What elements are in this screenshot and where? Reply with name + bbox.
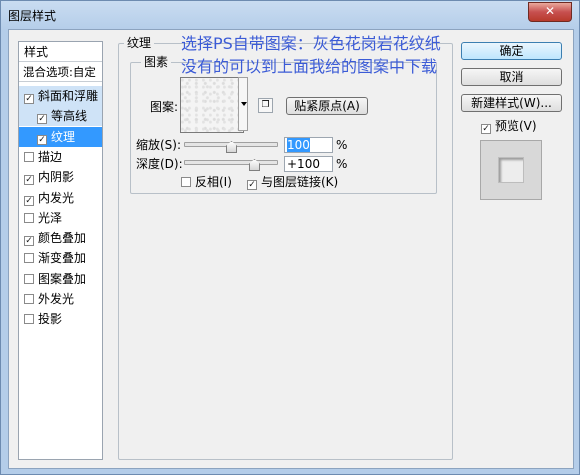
pattern-subgroup-title: 图素 [141, 55, 172, 69]
styles-list-panel: 样式 混合选项:自定 ✓ 斜面和浮雕 ✓ 等高线 ✓ 纹理描边 ✓ 内阴影 ✓ 内发光光泽 ✓ 颜色叠… [18, 41, 103, 460]
pattern-dropdown-arrow[interactable] [238, 77, 248, 131]
window-title: 图层样式 [8, 9, 57, 23]
style-item-label: 斜面和浮雕 [38, 89, 99, 103]
style-item-label: 图案叠加 [38, 272, 87, 286]
style-item-label: 纹理 [51, 130, 76, 144]
style-item-label: 外发光 [38, 292, 75, 306]
style-item-checkbox[interactable]: ✓ [24, 94, 34, 104]
style-item-label: 颜色叠加 [38, 231, 87, 245]
style-item[interactable]: 图案叠加 [19, 269, 102, 289]
style-item[interactable]: ✓ 斜面和浮雕 [19, 86, 102, 106]
style-item-checkbox[interactable] [24, 213, 34, 223]
blending-options-item[interactable]: 混合选项:自定 [19, 62, 102, 82]
preview-option[interactable]: ✓ 预览(V) [481, 119, 537, 134]
style-item-label: 投影 [38, 312, 63, 326]
style-item[interactable]: 投影 [19, 309, 102, 329]
style-item[interactable]: ✓ 内发光 [19, 188, 102, 208]
style-item-checkbox[interactable]: ✓ [24, 175, 34, 185]
link-with-layer-checkbox[interactable]: ✓ [247, 180, 257, 190]
style-item-checkbox[interactable] [24, 274, 34, 284]
style-item[interactable]: 光泽 [19, 208, 102, 228]
annotation-line-2: 没有的可以到上面我给的图案中下载 [181, 57, 438, 76]
preview-checkbox[interactable]: ✓ [481, 124, 491, 134]
new-style-button[interactable]: 新建样式(W)... [461, 94, 562, 112]
style-item[interactable]: ✓ 内阴影 [19, 167, 102, 187]
style-item[interactable]: ✓ 等高线 [19, 106, 102, 126]
style-item-checkbox[interactable]: ✓ [24, 196, 34, 206]
style-item-checkbox[interactable] [24, 152, 34, 162]
style-item-label: 内发光 [38, 191, 75, 205]
style-item[interactable]: 渐变叠加 [19, 248, 102, 268]
style-item-checkbox[interactable]: ✓ [24, 236, 34, 246]
style-item-checkbox[interactable] [24, 253, 34, 263]
scale-label: 缩放(S): [136, 138, 182, 152]
style-item[interactable]: 外发光 [19, 289, 102, 309]
style-item-checkbox[interactable]: ✓ [37, 114, 47, 124]
style-item-checkbox[interactable] [24, 294, 34, 304]
style-item-checkbox[interactable] [24, 314, 34, 324]
style-item-checkbox[interactable]: ✓ [37, 135, 47, 145]
annotation-line-1: 选择PS自带图案：灰色花岗岩花纹纸 [181, 34, 441, 53]
close-button[interactable]: ✕ [528, 2, 572, 22]
style-item[interactable]: ✓ 颜色叠加 [19, 228, 102, 248]
invert-option[interactable]: 反相(I) [181, 175, 232, 189]
new-preset-icon[interactable]: ❐ [258, 98, 273, 113]
style-item-label: 光泽 [38, 211, 63, 225]
pattern-label: 图案: [150, 100, 179, 114]
title-bar[interactable]: 图层样式 ✕ [1, 1, 579, 29]
scale-input[interactable]: 100 [284, 137, 333, 153]
style-item-label: 描边 [38, 150, 63, 164]
preview-thumbnail [498, 157, 524, 183]
pattern-swatch[interactable] [180, 77, 244, 133]
depth-unit: % [336, 157, 348, 171]
texture-group-title: 纹理 [124, 36, 155, 50]
style-item-label: 等高线 [51, 109, 88, 123]
depth-input[interactable]: +100 [284, 156, 333, 172]
style-preview [480, 140, 542, 200]
scale-unit: % [336, 138, 348, 152]
cancel-button[interactable]: 取消 [461, 68, 562, 86]
link-with-layer-option[interactable]: ✓ 与图层链接(K) [247, 175, 338, 190]
invert-checkbox[interactable] [181, 177, 191, 187]
styles-header[interactable]: 样式 [19, 42, 102, 62]
depth-label: 深度(D): [136, 157, 183, 171]
snap-to-origin-button[interactable]: 贴紧原点(A) [286, 97, 368, 115]
style-item[interactable]: 描边 [19, 147, 102, 167]
style-item-label: 渐变叠加 [38, 251, 87, 265]
style-item[interactable]: ✓ 纹理 [19, 127, 102, 147]
ok-button[interactable]: 确定 [461, 42, 562, 60]
depth-slider-track[interactable] [184, 160, 278, 165]
style-item-label: 内阴影 [38, 170, 75, 184]
